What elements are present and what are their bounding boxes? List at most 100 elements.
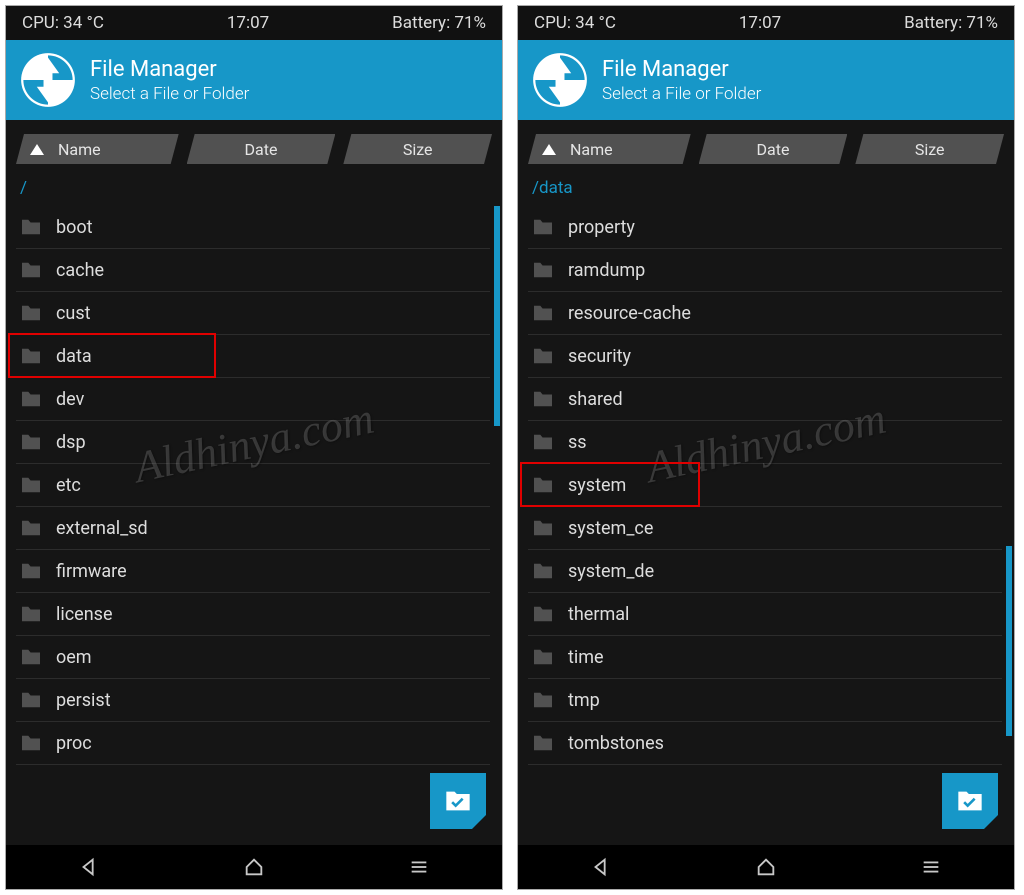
folder-name: system_de (568, 561, 654, 582)
select-fab[interactable] (942, 773, 998, 829)
folder-row[interactable]: data (16, 335, 490, 378)
status-time: 17:07 (739, 13, 781, 33)
select-fab[interactable] (430, 773, 486, 829)
folder-row[interactable]: system (528, 464, 1002, 507)
sort-name-button[interactable]: Name (528, 134, 691, 164)
folder-row[interactable]: external_sd (16, 507, 490, 550)
sort-bar: Name Date Size (518, 120, 1014, 174)
folder-check-icon (444, 789, 472, 813)
folder-name: time (568, 647, 604, 668)
scroll-indicator[interactable] (494, 206, 500, 426)
app-title: File Manager (602, 57, 761, 82)
path-bar: / (6, 174, 502, 206)
folder-row[interactable]: etc (16, 464, 490, 507)
folder-row[interactable]: shared (528, 378, 1002, 421)
file-list-right[interactable]: property ramdump resource-cache security sha… (518, 206, 1014, 845)
nav-bar (6, 845, 502, 889)
folder-row[interactable]: system_ce (528, 507, 1002, 550)
status-battery: Battery: 71% (392, 13, 486, 33)
folder-name: dev (56, 389, 84, 410)
app-subtitle: Select a File or Folder (90, 84, 249, 104)
nav-menu-icon[interactable] (920, 856, 942, 878)
sort-asc-icon (30, 144, 44, 155)
status-cpu: CPU: 34 °C (22, 13, 104, 33)
folder-name: system_ce (568, 518, 653, 539)
folder-name: data (56, 346, 92, 367)
scroll-indicator[interactable] (1006, 546, 1012, 736)
folder-row[interactable]: thermal (528, 593, 1002, 636)
folder-row[interactable]: system_de (528, 550, 1002, 593)
folder-row[interactable]: security (528, 335, 1002, 378)
status-cpu: CPU: 34 °C (534, 13, 616, 33)
folder-row[interactable]: ss (528, 421, 1002, 464)
folder-row[interactable]: time (528, 636, 1002, 679)
nav-home-icon[interactable] (243, 856, 265, 878)
twrp-logo-icon (20, 52, 76, 108)
folder-name: tmp (568, 690, 600, 711)
folder-row[interactable]: oem (16, 636, 490, 679)
folder-row[interactable]: ramdump (528, 249, 1002, 292)
folder-row[interactable]: persist (16, 679, 490, 722)
sort-name-button[interactable]: Name (16, 134, 179, 164)
sort-date-label: Date (757, 140, 790, 159)
folder-row[interactable]: firmware (16, 550, 490, 593)
file-list-left[interactable]: boot cache cust data dev dsp etc external_sdfir… (6, 206, 502, 845)
nav-bar (518, 845, 1014, 889)
app-title: File Manager (90, 57, 249, 82)
status-bar: CPU: 34 °C 17:07 Battery: 71% (6, 6, 502, 40)
folder-name: resource-cache (568, 303, 691, 324)
folder-name: system (568, 475, 626, 496)
folder-name: proc (56, 733, 92, 754)
folder-row[interactable]: license (16, 593, 490, 636)
sort-size-label: Size (403, 140, 433, 159)
nav-back-icon[interactable] (78, 856, 100, 878)
folder-row[interactable]: proc (16, 722, 490, 765)
folder-name: firmware (56, 561, 127, 582)
folder-row[interactable]: dev (16, 378, 490, 421)
folder-name: persist (56, 690, 111, 711)
sort-size-button[interactable]: Size (855, 134, 1004, 164)
folder-name: ramdump (568, 260, 645, 281)
twrp-logo-icon (532, 52, 588, 108)
sort-bar: Name Date Size (6, 120, 502, 174)
folder-row[interactable]: boot (16, 206, 490, 249)
folder-row[interactable]: dsp (16, 421, 490, 464)
folder-name: ss (568, 432, 587, 453)
folder-row[interactable]: tmp (528, 679, 1002, 722)
sort-name-label: Name (570, 140, 613, 159)
path-bar: /data (518, 174, 1014, 206)
folder-name: tombstones (568, 733, 664, 754)
nav-menu-icon[interactable] (408, 856, 430, 878)
phone-right: CPU: 34 °C 17:07 Battery: 71% File Manag… (517, 5, 1015, 890)
folder-name: boot (56, 217, 93, 238)
sort-name-label: Name (58, 140, 101, 159)
folder-name: etc (56, 475, 81, 496)
app-subtitle: Select a File or Folder (602, 84, 761, 104)
folder-row[interactable]: resource-cache (528, 292, 1002, 335)
folder-name: external_sd (56, 518, 148, 539)
nav-home-icon[interactable] (755, 856, 777, 878)
folder-name: thermal (568, 604, 629, 625)
folder-name: property (568, 217, 635, 238)
folder-name: oem (56, 647, 92, 668)
folder-check-icon (956, 789, 984, 813)
sort-date-label: Date (245, 140, 278, 159)
status-time: 17:07 (227, 13, 269, 33)
status-bar: CPU: 34 °C 17:07 Battery: 71% (518, 6, 1014, 40)
app-header: File Manager Select a File or Folder (6, 40, 502, 120)
folder-name: dsp (56, 432, 86, 453)
folder-row[interactable]: cache (16, 249, 490, 292)
folder-row[interactable]: property (528, 206, 1002, 249)
nav-back-icon[interactable] (590, 856, 612, 878)
folder-name: security (568, 346, 631, 367)
folder-name: cache (56, 260, 104, 281)
sort-date-button[interactable]: Date (699, 134, 848, 164)
folder-row[interactable]: cust (16, 292, 490, 335)
status-battery: Battery: 71% (904, 13, 998, 33)
folder-row[interactable]: tombstones (528, 722, 1002, 765)
phone-left: CPU: 34 °C 17:07 Battery: 71% File Manag… (5, 5, 503, 890)
sort-date-button[interactable]: Date (187, 134, 336, 164)
sort-size-button[interactable]: Size (343, 134, 492, 164)
folder-name: shared (568, 389, 623, 410)
app-header: File Manager Select a File or Folder (518, 40, 1014, 120)
